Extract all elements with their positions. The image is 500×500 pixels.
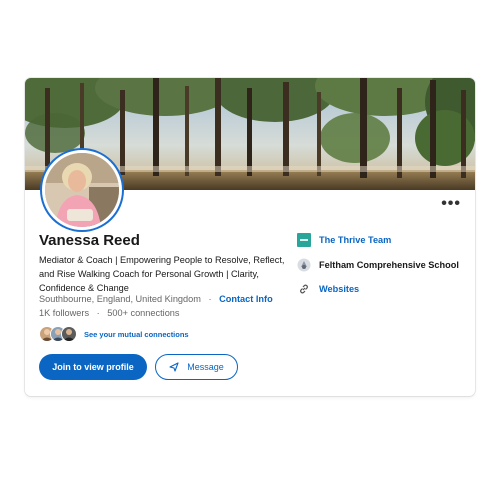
profile-headline: Mediator & Coach | Empowering People to … bbox=[39, 255, 285, 293]
mutual-connections[interactable]: See your mutual connections bbox=[39, 325, 189, 343]
company-logo-icon bbox=[297, 233, 311, 247]
profile-avatar[interactable] bbox=[42, 150, 122, 230]
mutual-avatar bbox=[61, 326, 77, 342]
message-button[interactable]: Message bbox=[155, 354, 238, 380]
link-icon bbox=[297, 282, 311, 296]
profile-name: Vanessa Reed bbox=[39, 232, 140, 249]
websites-item[interactable]: Websites bbox=[297, 281, 359, 297]
join-to-view-profile-button[interactable]: Join to view profile bbox=[39, 354, 147, 380]
websites-link: Websites bbox=[319, 284, 360, 294]
message-button-label: Message bbox=[187, 362, 224, 372]
mutual-connections-link[interactable]: See your mutual connections bbox=[84, 330, 189, 339]
separator-dot: · bbox=[96, 308, 100, 318]
followers-count: 1K followers bbox=[39, 308, 90, 318]
contact-info-link[interactable]: Contact Info bbox=[219, 294, 273, 304]
send-icon bbox=[169, 362, 179, 372]
school-name: Feltham Comprehensive School bbox=[319, 260, 459, 270]
profile-card: ••• Vanessa Reed Mediator & Coach | Empo… bbox=[25, 78, 475, 396]
current-company[interactable]: The Thrive Team bbox=[297, 232, 391, 248]
more-options-icon[interactable]: ••• bbox=[441, 196, 461, 212]
profile-stats: 1K followers · 500+ connections bbox=[39, 308, 180, 318]
company-name: The Thrive Team bbox=[319, 235, 392, 245]
profile-location: Southbourne, England, United Kingdom bbox=[39, 294, 201, 304]
school-logo-icon bbox=[297, 258, 311, 272]
separator-dot: · bbox=[208, 294, 212, 304]
connections-count: 500+ connections bbox=[107, 308, 180, 318]
education-school[interactable]: Feltham Comprehensive School bbox=[297, 257, 459, 273]
profile-location-row: Southbourne, England, United Kingdom · C… bbox=[39, 294, 273, 304]
